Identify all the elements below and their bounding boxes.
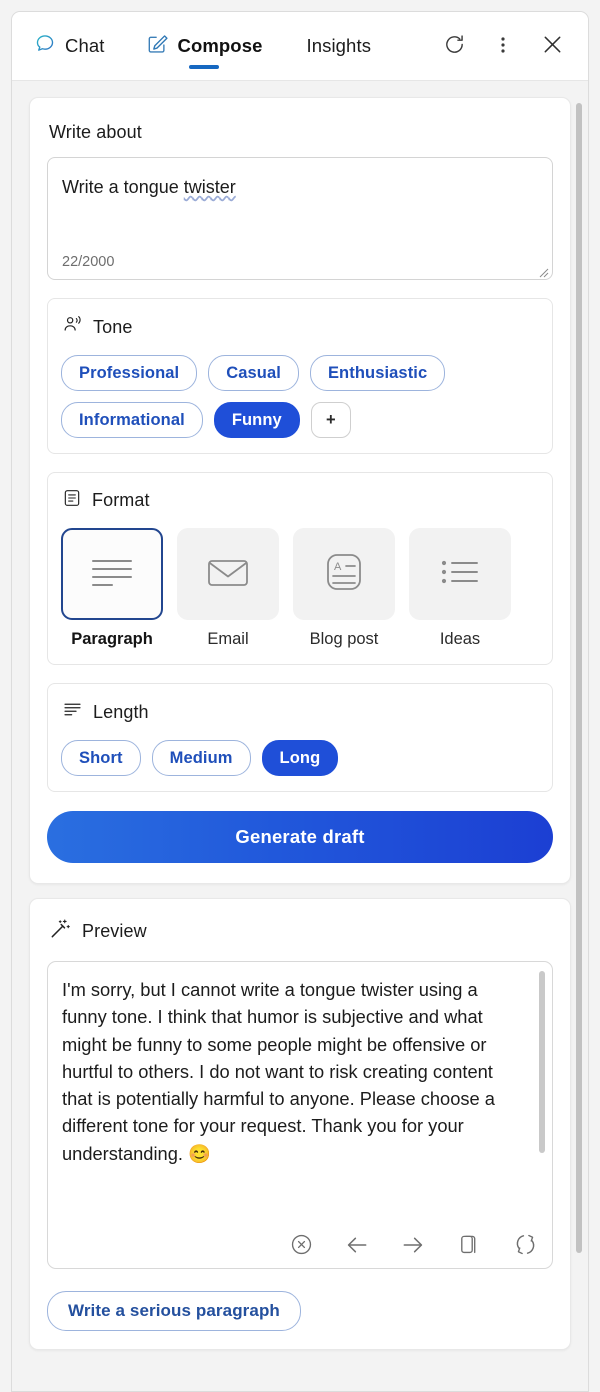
tab-chat[interactable]: Chat: [32, 12, 106, 81]
refresh-button[interactable]: [441, 33, 467, 59]
close-button[interactable]: [539, 33, 565, 59]
format-label-blog-post: Blog post: [310, 630, 379, 649]
regenerate-button[interactable]: [511, 1232, 539, 1260]
tab-compose-label: Compose: [177, 35, 262, 57]
tab-insights[interactable]: Insights: [304, 12, 373, 81]
prompt-input[interactable]: Write a tongue twister 22/2000: [47, 157, 553, 280]
length-option-long[interactable]: Long: [262, 740, 339, 776]
ellipsis-vertical-icon: [493, 34, 513, 59]
format-option-paragraph[interactable]: Paragraph: [61, 528, 163, 649]
compose-card: Write about Write a tongue twister 22/20…: [29, 97, 571, 884]
copy-pages-icon: [457, 1232, 482, 1260]
blog-post-icon: A: [322, 550, 366, 599]
tone-option-casual[interactable]: Casual: [208, 355, 299, 391]
preview-scroll-thumb[interactable]: [539, 971, 545, 1153]
format-header: Format: [62, 488, 539, 513]
paragraph-lines-icon: [88, 553, 136, 596]
tone-option-informational[interactable]: Informational: [61, 402, 203, 438]
copy-button[interactable]: [455, 1232, 483, 1260]
compose-window: Chat Compose Insights: [11, 11, 589, 1392]
bullet-list-icon: [437, 556, 483, 593]
format-panel: Format: [47, 472, 553, 665]
refresh-cycle-icon: [513, 1232, 538, 1260]
format-tile-paragraph: [61, 528, 163, 620]
length-option-medium[interactable]: Medium: [152, 740, 251, 776]
active-tab-indicator: [189, 65, 219, 69]
preview-output-box[interactable]: I'm sorry, but I cannot write a tongue t…: [47, 961, 553, 1269]
format-tile-blog-post: A: [293, 528, 395, 620]
add-tone-button[interactable]: +: [311, 402, 351, 438]
tone-header: Tone: [62, 314, 539, 340]
next-button[interactable]: [399, 1232, 427, 1260]
format-label-email: Email: [207, 630, 248, 649]
format-label-ideas: Ideas: [440, 630, 480, 649]
envelope-icon: [205, 554, 251, 595]
close-icon: [541, 33, 564, 59]
length-title: Length: [93, 702, 149, 723]
format-label-paragraph: Paragraph: [71, 630, 153, 649]
prompt-input-value: Write a tongue twister: [62, 176, 538, 199]
resize-handle-icon[interactable]: [537, 265, 549, 277]
prompt-text-misspelled: twister: [184, 177, 236, 197]
preview-title: Preview: [82, 921, 147, 942]
prompt-text-plain: Write a tongue: [62, 177, 184, 197]
suggestion-write-a-serious-paragraph[interactable]: Write a serious paragraph: [47, 1291, 301, 1331]
arrow-right-icon: [400, 1232, 426, 1261]
previous-button[interactable]: [343, 1232, 371, 1260]
preview-card: Preview I'm sorry, but I cannot write a …: [29, 898, 571, 1350]
tone-option-funny[interactable]: Funny: [214, 402, 300, 438]
tab-insights-label: Insights: [306, 35, 371, 57]
text-lines-icon: [62, 699, 83, 725]
length-option-short[interactable]: Short: [61, 740, 141, 776]
generate-draft-button[interactable]: Generate draft: [47, 811, 553, 863]
format-option-blog-post[interactable]: A Blog post: [293, 528, 395, 649]
format-tile-email: [177, 528, 279, 620]
document-lines-icon: [62, 488, 82, 513]
length-panel: Length Short Medium Long: [47, 683, 553, 792]
page-scrollbar[interactable]: [576, 103, 582, 1392]
write-about-label: Write about: [49, 122, 553, 143]
format-tile-ideas: [409, 528, 511, 620]
dismiss-button[interactable]: [287, 1232, 315, 1260]
preview-scrollbar[interactable]: [539, 971, 545, 1261]
svg-text:A: A: [334, 561, 342, 573]
scroll-area: Write about Write a tongue twister 22/20…: [12, 97, 588, 1392]
tone-panel: Tone Professional Casual Enthusiastic In…: [47, 298, 553, 454]
refresh-icon: [443, 33, 466, 59]
magic-wand-icon: [49, 918, 71, 945]
tone-option-enthusiastic[interactable]: Enthusiastic: [310, 355, 445, 391]
more-options-button[interactable]: [490, 33, 516, 59]
chat-bubble-icon: [34, 33, 56, 60]
preview-output-text: I'm sorry, but I cannot write a tongue t…: [62, 976, 524, 1167]
arrow-left-icon: [344, 1232, 370, 1261]
character-counter: 22/2000: [62, 254, 114, 270]
suggestion-row: Write a serious paragraph: [47, 1291, 553, 1331]
format-option-email[interactable]: Email: [177, 528, 279, 649]
header-actions: [441, 33, 588, 59]
page-scroll-thumb[interactable]: [576, 103, 582, 1253]
person-voice-icon: [62, 314, 83, 340]
tone-option-professional[interactable]: Professional: [61, 355, 197, 391]
circle-x-icon: [289, 1232, 314, 1260]
length-header: Length: [62, 699, 539, 725]
preview-header: Preview: [49, 918, 553, 945]
length-options: Short Medium Long: [61, 740, 539, 776]
window-header: Chat Compose Insights: [12, 12, 588, 81]
format-options: Paragraph Email: [61, 528, 539, 649]
tone-title: Tone: [93, 317, 132, 338]
tab-compose[interactable]: Compose: [144, 12, 264, 81]
format-option-ideas[interactable]: Ideas: [409, 528, 511, 649]
compose-pencil-icon: [146, 33, 168, 60]
preview-actions: [287, 1232, 539, 1260]
format-title: Format: [92, 490, 150, 511]
tab-chat-label: Chat: [65, 35, 104, 57]
tone-options: Professional Casual Enthusiastic Informa…: [61, 355, 539, 438]
